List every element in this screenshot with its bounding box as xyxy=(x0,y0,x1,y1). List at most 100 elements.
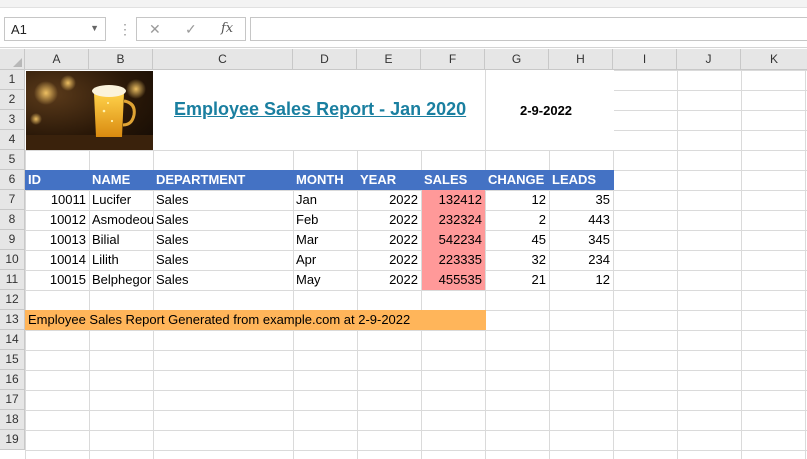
cell-leads[interactable]: 12 xyxy=(549,270,613,290)
column-header-i[interactable]: I xyxy=(613,49,677,70)
cell-sales[interactable]: 132412 xyxy=(421,190,485,210)
row-header-12[interactable]: 12 xyxy=(0,290,25,310)
row-header-4[interactable]: 4 xyxy=(0,130,25,150)
row-header-9[interactable]: 9 xyxy=(0,230,25,250)
beer-glass-image[interactable] xyxy=(26,71,153,150)
row-header-3[interactable]: 3 xyxy=(0,110,25,130)
footer-note[interactable]: Employee Sales Report Generated from exa… xyxy=(25,310,486,330)
column-header-g[interactable]: G xyxy=(485,49,549,70)
row-header-14[interactable]: 14 xyxy=(0,330,25,350)
cell-leads[interactable]: 443 xyxy=(549,210,613,230)
cell-sales[interactable]: 455535 xyxy=(421,270,485,290)
column-header-d[interactable]: D xyxy=(293,49,357,70)
formula-bar: A1 ▼ ⋮ ✕ ✓ fx xyxy=(0,8,807,48)
cell-change[interactable]: 2 xyxy=(485,210,549,230)
cell-year[interactable]: 2022 xyxy=(357,230,421,250)
cell-leads[interactable]: 35 xyxy=(549,190,613,210)
cell-name[interactable]: Lucifer xyxy=(89,190,153,210)
row-header-16[interactable]: 16 xyxy=(0,370,25,390)
cell-id[interactable]: 10013 xyxy=(25,230,89,250)
header-name[interactable]: NAME xyxy=(89,170,153,190)
row-header-17[interactable]: 17 xyxy=(0,390,25,410)
worksheet-grid: A B C D E F G H I J K 1 2 3 4 5 6 7 8 9 … xyxy=(0,49,807,459)
cell-change[interactable]: 21 xyxy=(485,270,549,290)
cell-month[interactable]: May xyxy=(293,270,357,290)
row-header-8[interactable]: 8 xyxy=(0,210,25,230)
cell-id[interactable]: 10011 xyxy=(25,190,89,210)
header-leads[interactable]: LEADS xyxy=(549,170,613,190)
cell-year[interactable]: 2022 xyxy=(357,250,421,270)
cell-department[interactable]: Sales xyxy=(153,270,293,290)
header-change[interactable]: CHANGE xyxy=(485,170,549,190)
formula-input[interactable] xyxy=(250,17,807,41)
insert-function-icon[interactable]: fx xyxy=(221,21,233,36)
cell-name[interactable]: Belphegor xyxy=(89,270,153,290)
formula-controls: ✕ ✓ fx xyxy=(136,17,246,41)
cell-month[interactable]: Feb xyxy=(293,210,357,230)
cell-sales[interactable]: 223335 xyxy=(421,250,485,270)
header-department[interactable]: DEPARTMENT xyxy=(153,170,293,190)
cell-department[interactable]: Sales xyxy=(153,210,293,230)
column-header-c[interactable]: C xyxy=(153,49,293,70)
gridline xyxy=(805,70,806,459)
column-header-j[interactable]: J xyxy=(677,49,741,70)
row-header-6[interactable]: 6 xyxy=(0,170,25,190)
cell-name[interactable]: Lilith xyxy=(89,250,153,270)
cell-sales[interactable]: 542234 xyxy=(421,230,485,250)
cell-department[interactable]: Sales xyxy=(153,250,293,270)
cell-leads[interactable]: 345 xyxy=(549,230,613,250)
cell-month[interactable]: Apr xyxy=(293,250,357,270)
cell-name[interactable]: Asmodeous xyxy=(89,210,153,230)
select-all-button[interactable] xyxy=(0,49,25,70)
row-header-11[interactable]: 11 xyxy=(0,270,25,290)
beer-glass-picture xyxy=(26,75,153,150)
header-id[interactable]: ID xyxy=(25,170,89,190)
enter-icon[interactable]: ✓ xyxy=(185,21,197,38)
cell-department[interactable]: Sales xyxy=(153,190,293,210)
drag-handle-icon[interactable]: ⋮ xyxy=(118,21,132,38)
row-header-5[interactable]: 5 xyxy=(0,150,25,170)
row-header-10[interactable]: 10 xyxy=(0,250,25,270)
report-title[interactable]: Employee Sales Report - Jan 2020 xyxy=(174,99,466,120)
cell-year[interactable]: 2022 xyxy=(357,270,421,290)
row-header-18[interactable]: 18 xyxy=(0,410,25,430)
cell-sales[interactable]: 232324 xyxy=(421,210,485,230)
row-header-15[interactable]: 15 xyxy=(0,350,25,370)
cell-id[interactable]: 10015 xyxy=(25,270,89,290)
chevron-down-icon[interactable]: ▼ xyxy=(90,23,99,33)
header-month[interactable]: MONTH xyxy=(293,170,357,190)
column-header-k[interactable]: K xyxy=(741,49,807,70)
cell-id[interactable]: 10014 xyxy=(25,250,89,270)
cell-id[interactable]: 10012 xyxy=(25,210,89,230)
column-header-b[interactable]: B xyxy=(89,49,153,70)
cell-change[interactable]: 32 xyxy=(485,250,549,270)
cell-year[interactable]: 2022 xyxy=(357,210,421,230)
cell-month[interactable]: Jan xyxy=(293,190,357,210)
cell-year[interactable]: 2022 xyxy=(357,190,421,210)
column-header-f[interactable]: F xyxy=(421,49,485,70)
cell-area[interactable]: Employee Sales Report - Jan 2020 2-9-202… xyxy=(25,70,807,459)
cell-change[interactable]: 12 xyxy=(485,190,549,210)
row-header-2[interactable]: 2 xyxy=(0,90,25,110)
name-box[interactable]: A1 ▼ xyxy=(4,17,106,41)
cell-leads[interactable]: 234 xyxy=(549,250,613,270)
header-sales[interactable]: SALES xyxy=(421,170,485,190)
cell-name[interactable]: Bilial xyxy=(89,230,153,250)
column-header-e[interactable]: E xyxy=(357,49,421,70)
column-header-a[interactable]: A xyxy=(25,49,89,70)
cell-department[interactable]: Sales xyxy=(153,230,293,250)
report-date[interactable]: 2-9-2022 xyxy=(520,103,572,118)
gridline xyxy=(677,70,678,459)
header-year[interactable]: YEAR xyxy=(357,170,421,190)
row-header-19[interactable]: 19 xyxy=(0,430,25,450)
name-box-value: A1 xyxy=(11,22,27,37)
cancel-icon[interactable]: ✕ xyxy=(149,21,161,38)
row-header-1[interactable]: 1 xyxy=(0,70,25,90)
gridline xyxy=(741,70,742,459)
cell-month[interactable]: Mar xyxy=(293,230,357,250)
column-header-h[interactable]: H xyxy=(549,49,613,70)
cell-change[interactable]: 45 xyxy=(485,230,549,250)
row-header-7[interactable]: 7 xyxy=(0,190,25,210)
gridline xyxy=(485,70,486,150)
row-header-13[interactable]: 13 xyxy=(0,310,25,330)
